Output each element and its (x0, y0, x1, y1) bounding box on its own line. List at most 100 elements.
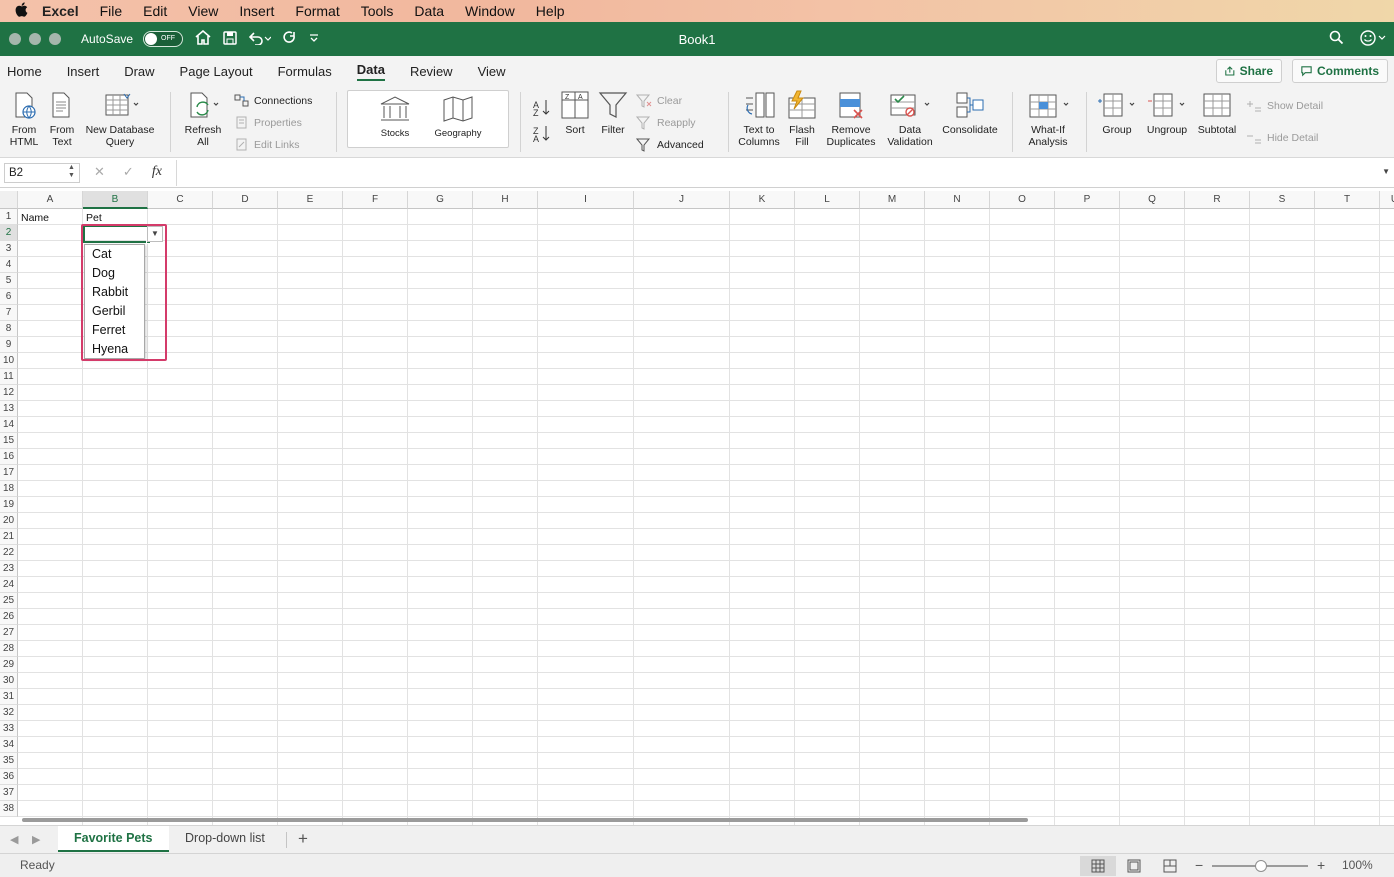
tab-formulas[interactable]: Formulas (278, 64, 332, 79)
page-break-view-button[interactable] (1152, 856, 1188, 876)
geography-button[interactable]: Geography (430, 94, 486, 140)
zoom-slider-knob[interactable] (1255, 860, 1267, 872)
row-header-29[interactable]: 29 (0, 657, 18, 673)
cell-b1[interactable]: Pet (86, 212, 102, 224)
menu-view[interactable]: View (188, 3, 218, 19)
flash-fill-button[interactable]: Flash Fill (784, 90, 820, 148)
page-layout-view-button[interactable] (1116, 856, 1152, 876)
row-header-6[interactable]: 6 (0, 289, 18, 305)
row-header-34[interactable]: 34 (0, 737, 18, 753)
cell-a1[interactable]: Name (21, 212, 49, 224)
refresh-all-button[interactable]: Refresh All (180, 90, 226, 148)
row-header-37[interactable]: 37 (0, 785, 18, 801)
previous-sheet-icon[interactable]: ◀ (10, 833, 18, 846)
advanced-filter-button[interactable]: Advanced (636, 138, 704, 152)
name-box-stepper-icon[interactable]: ▲ ▼ (68, 164, 75, 180)
undo-icon[interactable] (248, 31, 272, 48)
row-header-38[interactable]: 38 (0, 801, 18, 817)
menu-insert[interactable]: Insert (239, 3, 274, 19)
menu-tools[interactable]: Tools (361, 3, 394, 19)
row-header-21[interactable]: 21 (0, 529, 18, 545)
text-to-columns-button[interactable]: Text to Columns (736, 90, 782, 148)
sort-ascending-button[interactable]: AZZA (530, 94, 554, 149)
row-header-31[interactable]: 31 (0, 689, 18, 705)
row-header-30[interactable]: 30 (0, 673, 18, 689)
add-sheet-button[interactable]: + (298, 829, 308, 849)
home-icon[interactable] (195, 29, 211, 48)
column-header-c[interactable]: C (148, 191, 213, 209)
subtotal-button[interactable]: Subtotal (1194, 90, 1240, 136)
reapply-button[interactable]: Reapply (636, 116, 696, 130)
edit-links-button[interactable]: Edit Links (234, 138, 300, 151)
column-header-s[interactable]: S (1250, 191, 1315, 209)
column-header-t[interactable]: T (1315, 191, 1380, 209)
formula-input[interactable] (182, 163, 1372, 183)
row-header-7[interactable]: 7 (0, 305, 18, 321)
row-header-27[interactable]: 27 (0, 625, 18, 641)
clear-filter-button[interactable]: Clear (636, 94, 682, 108)
filter-button[interactable]: Filter (596, 90, 630, 136)
row-header-9[interactable]: 9 (0, 337, 18, 353)
row-header-12[interactable]: 12 (0, 385, 18, 401)
column-header-d[interactable]: D (213, 191, 278, 209)
group-button[interactable]: Group (1094, 90, 1140, 136)
row-header-36[interactable]: 36 (0, 769, 18, 785)
row-header-24[interactable]: 24 (0, 577, 18, 593)
row-header-8[interactable]: 8 (0, 321, 18, 337)
row-header-5[interactable]: 5 (0, 273, 18, 289)
worksheet-grid[interactable]: ABCDEFGHIJKLMNOPQRSTU 123456789101112131… (0, 191, 1394, 825)
what-if-analysis-button[interactable]: What-If Analysis (1020, 90, 1076, 148)
column-header-q[interactable]: Q (1120, 191, 1185, 209)
menu-window[interactable]: Window (465, 3, 515, 19)
tab-page-layout[interactable]: Page Layout (180, 64, 253, 79)
row-header-2[interactable]: 2 (0, 225, 18, 241)
tab-home[interactable]: Home (7, 64, 42, 79)
row-header-33[interactable]: 33 (0, 721, 18, 737)
row-header-20[interactable]: 20 (0, 513, 18, 529)
menu-file[interactable]: File (100, 3, 123, 19)
row-header-10[interactable]: 10 (0, 353, 18, 369)
sheet-tab-drop-down-list[interactable]: Drop-down list (169, 826, 281, 852)
close-window-button[interactable] (9, 33, 21, 45)
select-all-corner[interactable] (0, 191, 18, 209)
insert-function-icon[interactable]: fx (152, 164, 162, 180)
column-header-l[interactable]: L (795, 191, 860, 209)
row-header-11[interactable]: 11 (0, 369, 18, 385)
column-header-j[interactable]: J (634, 191, 730, 209)
from-html-button[interactable]: From HTML (6, 90, 42, 148)
menu-app-name[interactable]: Excel (42, 3, 79, 19)
consolidate-button[interactable]: Consolidate (938, 90, 1002, 136)
next-sheet-icon[interactable]: ▶ (32, 833, 40, 846)
row-header-14[interactable]: 14 (0, 417, 18, 433)
zoom-in-button[interactable]: + (1317, 857, 1325, 873)
sheet-tab-favorite-pets[interactable]: Favorite Pets (58, 826, 169, 852)
row-header-22[interactable]: 22 (0, 545, 18, 561)
data-validation-button[interactable]: Data Validation (884, 90, 936, 148)
apple-menu-icon[interactable] (0, 2, 42, 20)
column-header-n[interactable]: N (925, 191, 990, 209)
row-header-1[interactable]: 1 (0, 209, 18, 225)
row-header-4[interactable]: 4 (0, 257, 18, 273)
row-header-19[interactable]: 19 (0, 497, 18, 513)
column-header-a[interactable]: A (18, 191, 83, 209)
share-button[interactable]: Share (1216, 59, 1282, 83)
cancel-entry-icon[interactable]: ✕ (94, 164, 105, 180)
tab-data[interactable]: Data (356, 62, 385, 81)
tab-view[interactable]: View (478, 64, 506, 79)
minimize-window-button[interactable] (29, 33, 41, 45)
column-header-b[interactable]: B (83, 191, 148, 209)
row-header-32[interactable]: 32 (0, 705, 18, 721)
menu-help[interactable]: Help (536, 3, 565, 19)
comments-button[interactable]: Comments (1292, 59, 1388, 83)
row-header-15[interactable]: 15 (0, 433, 18, 449)
customize-toolbar-icon[interactable] (309, 32, 319, 47)
column-header-g[interactable]: G (408, 191, 473, 209)
column-header-u[interactable]: U (1380, 191, 1394, 209)
row-header-25[interactable]: 25 (0, 593, 18, 609)
column-header-o[interactable]: O (990, 191, 1055, 209)
remove-duplicates-button[interactable]: Remove Duplicates (822, 90, 880, 148)
zoom-level[interactable]: 100% (1342, 858, 1373, 872)
tab-insert[interactable]: Insert (67, 64, 100, 79)
connections-button[interactable]: Connections (234, 94, 312, 107)
expand-formula-bar-icon[interactable]: ▼ (1382, 167, 1390, 176)
